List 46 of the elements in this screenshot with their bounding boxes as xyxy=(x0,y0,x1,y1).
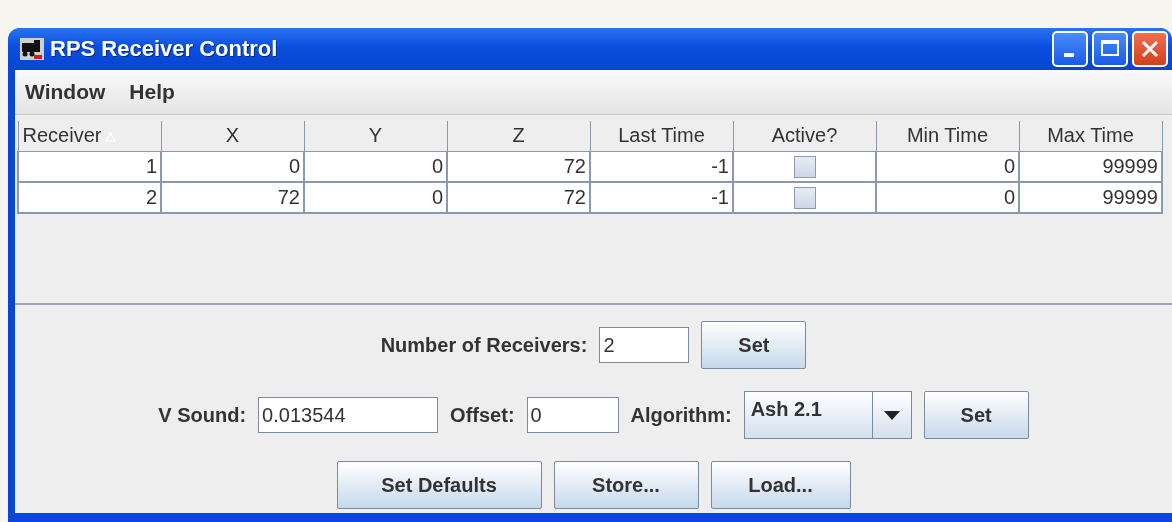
set-defaults-button[interactable]: Set Defaults xyxy=(336,461,542,509)
table-cell: 0 xyxy=(876,182,1019,213)
menu-item[interactable]: Help xyxy=(129,80,175,104)
v-sound-field[interactable]: 0.013544 xyxy=(258,397,439,433)
table-cell: 1 xyxy=(18,151,161,182)
set-button[interactable]: Set xyxy=(701,321,807,369)
table-cell: 99999 xyxy=(1019,151,1162,182)
column-header[interactable]: Active? xyxy=(733,121,876,151)
train-icon xyxy=(20,38,44,60)
field-label: Algorithm: xyxy=(630,403,732,427)
column-header[interactable]: Y xyxy=(304,121,447,151)
table-cell: -1 xyxy=(590,182,733,213)
menu-item[interactable]: Window xyxy=(25,80,106,104)
load-button[interactable]: Load... xyxy=(710,461,851,509)
maximize-button[interactable] xyxy=(1092,31,1128,67)
close-button[interactable] xyxy=(1132,31,1168,67)
algorithm-dropdown[interactable]: Ash 2.1 xyxy=(743,391,912,439)
field-label: V Sound: xyxy=(158,403,247,427)
offset-field[interactable]: 0 xyxy=(526,397,619,433)
receivers-field[interactable]: 2 xyxy=(599,327,690,363)
column-header[interactable]: Min Time xyxy=(876,121,1019,151)
table-cell: 0 xyxy=(304,182,447,213)
field-label: Offset: xyxy=(450,403,515,427)
table-cell: 0 xyxy=(304,151,447,182)
column-header[interactable]: Receiver xyxy=(18,121,161,151)
checkbox[interactable] xyxy=(793,187,816,210)
caret-icon xyxy=(883,410,900,420)
table-cell: 0 xyxy=(161,151,304,182)
store-button[interactable]: Store... xyxy=(553,461,699,509)
minimize-button[interactable] xyxy=(1052,31,1088,67)
checkbox[interactable] xyxy=(793,156,816,179)
table-cell: 2 xyxy=(18,182,161,213)
column-header[interactable]: Z xyxy=(447,121,590,151)
set-button[interactable]: Set xyxy=(923,391,1029,439)
column-header[interactable]: X xyxy=(161,121,304,151)
field-label: Number of Receivers: xyxy=(380,333,588,357)
close-icon xyxy=(1139,38,1161,60)
column-header[interactable]: Max Time xyxy=(1019,121,1162,151)
table-cell: -1 xyxy=(590,151,733,182)
table-cell: 72 xyxy=(447,151,590,182)
table-cell: 72 xyxy=(447,182,590,213)
table-cell: 72 xyxy=(161,182,304,213)
table-cell: 99999 xyxy=(1019,182,1162,213)
table-cell: 0 xyxy=(876,151,1019,182)
window-title: RPS Receiver Control xyxy=(50,36,279,62)
column-header[interactable]: Last Time xyxy=(590,121,733,151)
